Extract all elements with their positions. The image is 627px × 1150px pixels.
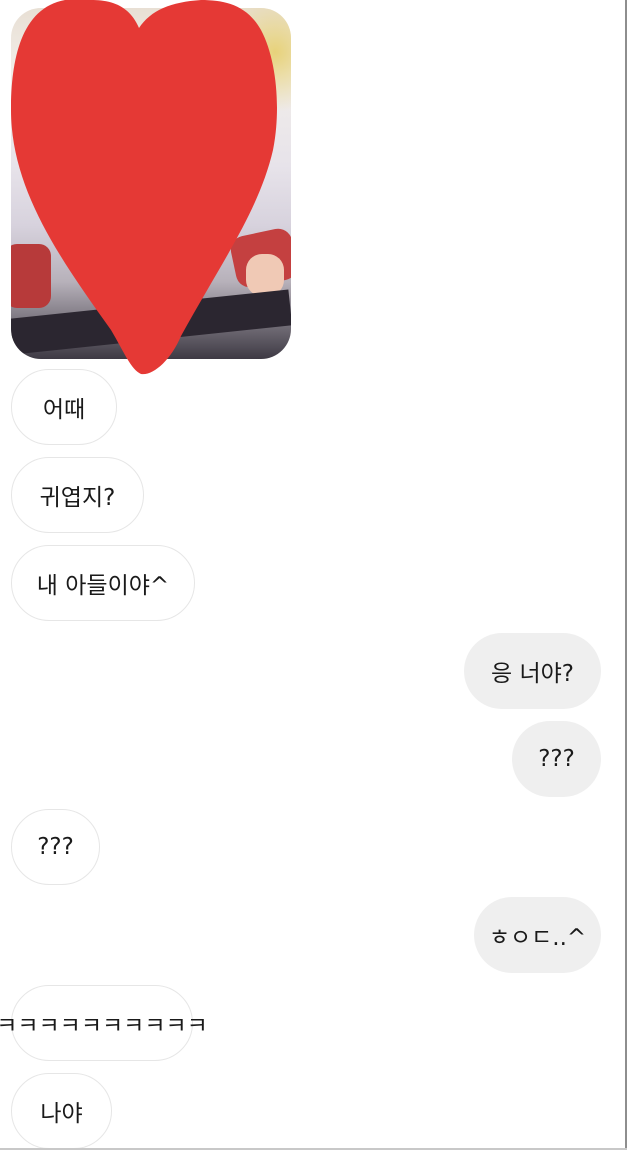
message-bubble-received[interactable]: ㅋㅋㅋㅋㅋㅋㅋㅋㅋㅋ	[0, 985, 208, 1061]
heart-icon	[11, 0, 277, 375]
message-bubble-sent[interactable]: ㅎㅇㄷ..^	[474, 897, 601, 973]
message-bubble-received[interactable]: 나야	[11, 1073, 112, 1149]
message-text: 내 아들이야^	[36, 573, 170, 599]
message-text: ㅋㅋㅋㅋㅋㅋㅋㅋㅋㅋ	[0, 1013, 208, 1039]
message-bubble-received[interactable]: ???	[11, 809, 100, 885]
message-bubble-received[interactable]: 어때	[11, 369, 117, 445]
message-bubble-received[interactable]: 귀엽지?	[11, 457, 144, 533]
message-text: 귀엽지?	[39, 485, 116, 511]
message-text: ???	[37, 834, 74, 860]
message-text: 응 너야?	[491, 661, 574, 687]
message-text: 어때	[42, 397, 86, 423]
message-bubble-sent[interactable]: 응 너야?	[464, 633, 601, 709]
message-text: ???	[538, 746, 575, 772]
message-text: 나야	[40, 1101, 83, 1127]
message-text: ㅎㅇㄷ..^	[488, 925, 587, 951]
message-bubble-sent[interactable]: ???	[512, 721, 601, 797]
message-bubble-received[interactable]: 내 아들이야^	[11, 545, 195, 621]
